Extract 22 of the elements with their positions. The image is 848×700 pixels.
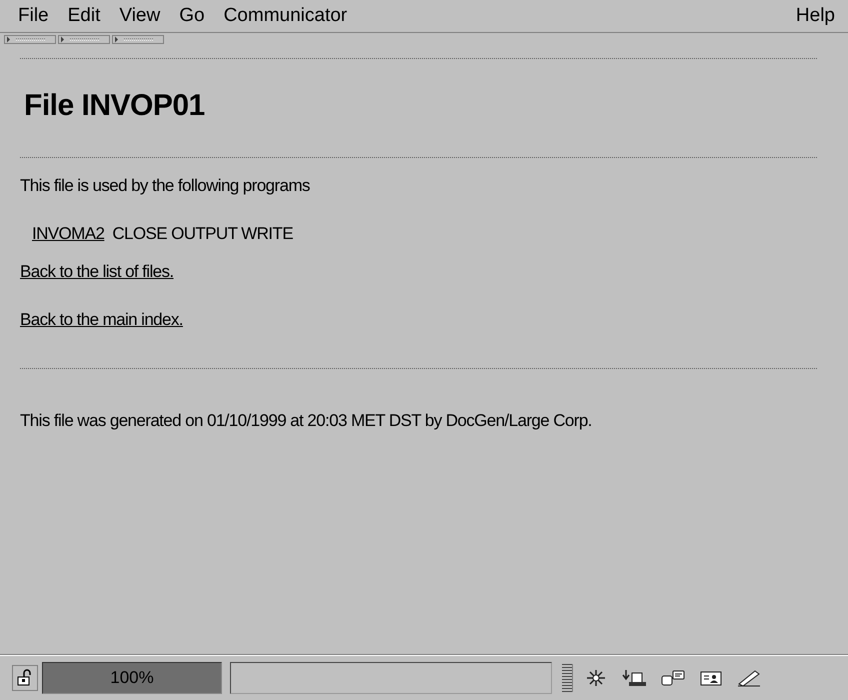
intro-text: This file is used by the following programs [20, 176, 311, 196]
inbox-icon[interactable] [621, 668, 649, 688]
toolbar-tab-icon[interactable] [112, 35, 164, 44]
menu-item[interactable]: Help [784, 5, 842, 27]
menu-item[interactable]: Edit [56, 5, 108, 27]
program-link[interactable]: INVOMA2 [32, 224, 104, 244]
toolbar-tab-icon[interactable] [58, 35, 110, 44]
progress-meter: 100% [42, 662, 222, 694]
menu-item[interactable]: File [6, 5, 56, 27]
pen-icon[interactable] [735, 668, 763, 688]
toolbar-tab-icon[interactable] [4, 35, 56, 44]
menu-item[interactable]: Go [167, 5, 212, 27]
footer-text: This file was generated on 01/10/1999 at 20:03 MET DST by DocGen/Large Corp. [20, 411, 593, 431]
back-link[interactable]: Back to the list of files. [20, 262, 174, 281]
page-title: File INVOP01 [24, 89, 206, 123]
chat-icon[interactable] [659, 668, 687, 688]
menu-item[interactable]: Communicator [212, 5, 354, 27]
back-link[interactable]: Back to the main index. [20, 310, 183, 329]
operations-text: CLOSE OUTPUT WRITE [112, 224, 293, 244]
grip-icon[interactable] [562, 664, 573, 692]
lock-icon[interactable] [12, 665, 38, 691]
menu-item[interactable]: View [107, 5, 168, 27]
